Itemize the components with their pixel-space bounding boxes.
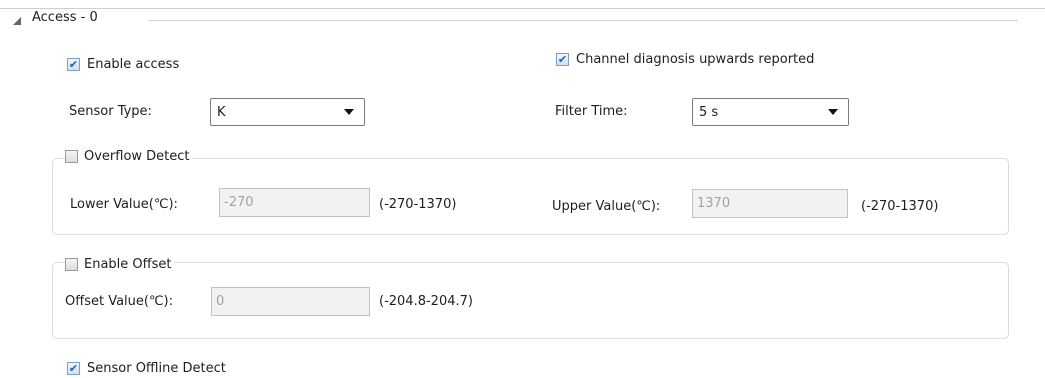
offset-value-text: 0 — [216, 294, 225, 309]
filter-time-label: Filter Time: — [555, 104, 628, 119]
lower-value-text: -270 — [224, 195, 254, 210]
upper-value-label: Upper Value(℃): — [552, 199, 661, 214]
section-title: Access - 0 — [32, 10, 98, 25]
checkbox-unchecked-icon — [65, 258, 78, 271]
lower-range-hint: (-270-1370) — [379, 197, 457, 212]
overflow-detect-label: Overflow Detect — [84, 149, 190, 164]
sensor-type-label: Sensor Type: — [69, 104, 152, 119]
section-divider — [148, 20, 1018, 21]
upper-range-hint: (-270-1370) — [861, 199, 939, 214]
offset-value-input[interactable]: 0 — [211, 287, 370, 316]
enable-offset-checkbox[interactable]: Enable Offset — [65, 257, 175, 272]
lower-value-input[interactable]: -270 — [219, 188, 370, 217]
sensor-type-select[interactable]: K — [210, 98, 365, 126]
checkbox-checked-icon: ✔ — [67, 58, 80, 71]
upper-value-text: 1370 — [697, 196, 731, 211]
chevron-down-icon — [828, 109, 838, 115]
overflow-detect-checkbox[interactable]: Overflow Detect — [65, 149, 193, 164]
sensor-type-value: K — [217, 104, 226, 120]
enable-access-label: Enable access — [87, 57, 180, 72]
offset-range-hint: (-204.8-204.7) — [379, 294, 473, 309]
top-border — [0, 8, 1045, 9]
chevron-down-icon — [344, 109, 354, 115]
lower-value-label: Lower Value(℃): — [70, 197, 178, 212]
checkbox-unchecked-icon — [65, 150, 78, 163]
collapse-triangle-icon[interactable] — [13, 17, 21, 25]
filter-time-select[interactable]: 5 s — [692, 98, 849, 126]
enable-access-checkbox[interactable]: ✔ Enable access — [67, 57, 179, 72]
upper-value-input[interactable]: 1370 — [692, 189, 848, 218]
channel-diagnosis-label: Channel diagnosis upwards reported — [576, 52, 815, 67]
sensor-offline-checkbox[interactable]: ✔ Sensor Offline Detect — [67, 361, 226, 376]
sensor-offline-label: Sensor Offline Detect — [87, 361, 226, 376]
enable-offset-label: Enable Offset — [84, 257, 172, 272]
offset-group — [52, 262, 1009, 339]
checkbox-checked-icon: ✔ — [67, 362, 80, 375]
overflow-group — [52, 158, 1009, 235]
channel-diagnosis-checkbox[interactable]: ✔ Channel diagnosis upwards reported — [556, 52, 814, 67]
checkbox-checked-icon: ✔ — [556, 53, 569, 66]
offset-value-label: Offset Value(℃): — [65, 294, 174, 309]
filter-time-value: 5 s — [699, 104, 719, 120]
